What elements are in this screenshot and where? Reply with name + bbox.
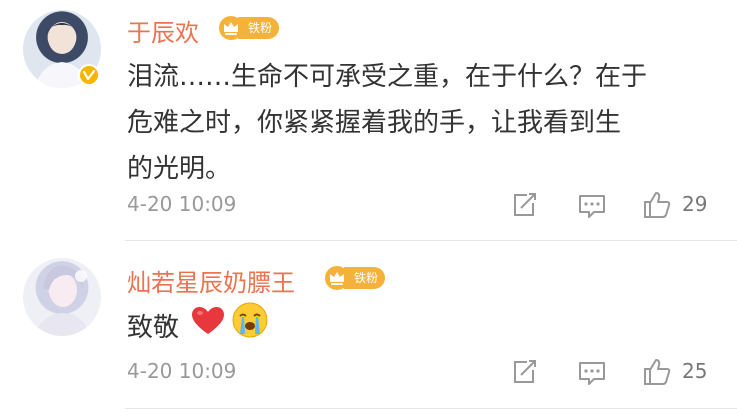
comment-footer: 4-20 10:09 25 <box>127 359 737 389</box>
crying-face-icon <box>231 301 269 354</box>
comment-text-line: 危难之时，你紧紧握着我的手，让我看到生 <box>127 108 622 138</box>
comment-text-line: 泪流……生命不可承受之重，在于什么？在于 <box>127 62 648 92</box>
like-count: 25 <box>682 359 708 383</box>
timestamp: 4-20 10:09 <box>127 359 237 383</box>
comment-footer: 4-20 10:09 29 <box>127 192 737 222</box>
fan-badge[interactable]: 铁粉 <box>218 14 280 42</box>
share-icon[interactable] <box>509 357 539 387</box>
like-icon[interactable] <box>642 190 672 220</box>
badge-label: 铁粉 <box>238 17 280 39</box>
comment-text-content: 致敬 <box>127 312 180 343</box>
crown-icon <box>324 265 350 291</box>
reply-icon[interactable] <box>577 357 607 387</box>
comment-item: 于辰欢 铁粉 泪流……生命不可承受之重，在于什么？在于 危难之时，你紧紧握着我的… <box>0 0 737 240</box>
comment-text-line: 的光明。 <box>127 154 232 184</box>
comment-text: 致敬 <box>127 301 269 354</box>
avatar[interactable] <box>23 258 101 336</box>
reply-icon[interactable] <box>577 190 607 220</box>
divider <box>125 408 737 409</box>
comment-item: 灿若星辰奶膘王 铁粉 致敬 4-20 10:09 25 <box>0 241 737 420</box>
share-icon[interactable] <box>509 190 539 220</box>
like-icon[interactable] <box>642 357 672 387</box>
comment-text: 泪流……生命不可承受之重，在于什么？在于 危难之时，你紧紧握着我的手，让我看到生… <box>127 54 717 192</box>
username[interactable]: 于辰欢 <box>127 13 199 48</box>
red-heart-icon <box>191 305 225 351</box>
badge-label: 铁粉 <box>344 267 386 289</box>
timestamp: 4-20 10:09 <box>127 192 237 216</box>
fan-badge[interactable]: 铁粉 <box>324 264 386 292</box>
username[interactable]: 灿若星辰奶膘王 <box>127 263 295 298</box>
like-count: 29 <box>682 192 708 216</box>
verified-badge-icon <box>78 64 100 86</box>
crown-icon <box>218 15 244 41</box>
